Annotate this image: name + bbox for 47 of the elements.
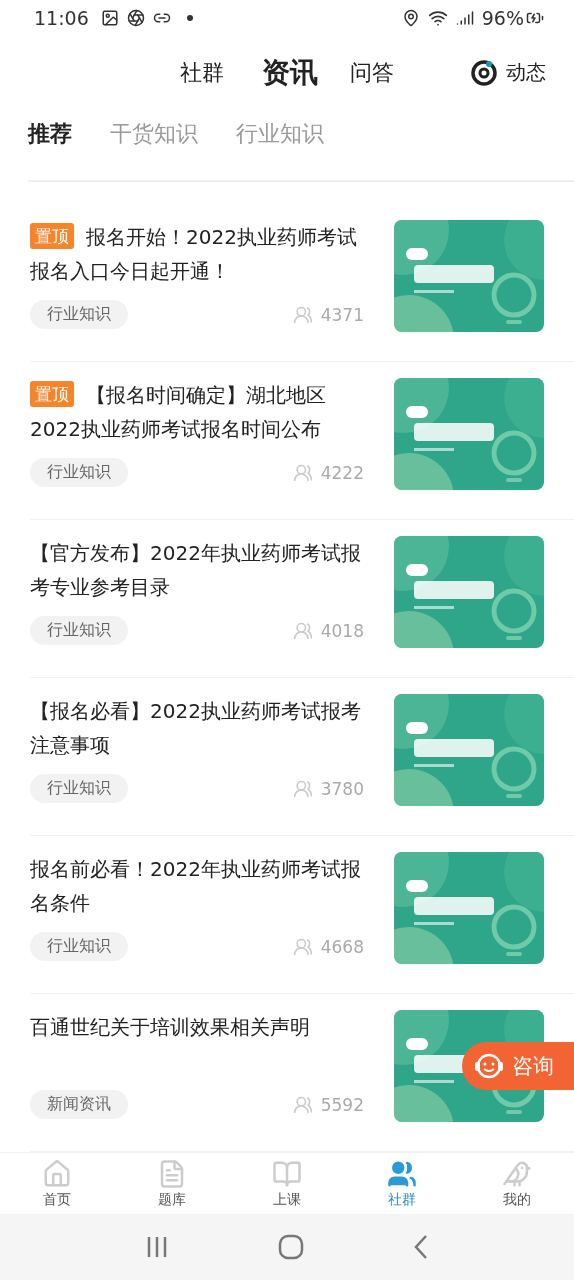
signal-icon [455,9,474,28]
article-title[interactable]: 【官方发布】2022年执业药师考试报考专业参考目录 [30,536,364,617]
article-tag: 行业知识 [30,300,128,330]
view-count: 5592 [320,1094,364,1115]
article-tag: 行业知识 [30,932,128,962]
view-count: 4222 [320,462,364,483]
home-icon [42,1158,73,1189]
ring-icon [470,58,498,87]
view-count: 4371 [320,304,364,325]
nav-tab[interactable]: 首页 [0,1153,115,1215]
article-title[interactable]: 置顶 【报名时间确定】湖北地区2022执业药师考试报名时间公布 [30,378,364,459]
users-icon [292,462,313,483]
users-icon [292,778,313,799]
users-icon [292,1094,313,1115]
users-icon [292,936,313,957]
bird-icon [501,1158,532,1189]
nav-tab[interactable]: 社群 [344,1153,460,1215]
nav-tab[interactable]: 上课 [229,1153,345,1215]
dynamic-button[interactable]: 动态 [470,58,546,87]
article-title[interactable]: 【报名必看】2022执业药师考试报考注意事项 [30,694,364,775]
pinned-badge: 置顶 [30,381,74,408]
users-icon [292,620,313,641]
article-tag: 新闻资讯 [30,1090,128,1120]
view-count: 3780 [320,778,364,799]
location-icon [401,9,420,28]
nav-tab[interactable]: 我的 [459,1153,574,1215]
image-icon [100,9,119,28]
view-count: 4018 [320,620,364,641]
article-title[interactable]: 百通世纪关于培训效果相关声明 [30,1010,364,1091]
category-tab[interactable]: 推荐 [28,118,72,149]
nav-tab[interactable]: 题库 [114,1153,230,1215]
battery-level: 96% [481,7,524,30]
aperture-icon [126,9,145,28]
users-icon [292,304,313,325]
article-tag: 行业知识 [30,774,128,804]
notification-dot-icon [186,15,193,22]
status-time: 11:06 [34,7,89,30]
pinned-badge: 置顶 [30,223,74,250]
view-count: 4668 [320,936,364,957]
top-tab[interactable]: 资讯 [262,53,318,92]
top-tab[interactable]: 问答 [350,57,394,88]
top-tab[interactable]: 社群 [180,57,224,88]
article-title[interactable]: 报名前必看！2022年执业药师考试报名条件 [30,852,364,933]
article-tag: 行业知识 [30,616,128,646]
article-tag: 行业知识 [30,458,128,488]
back-icon[interactable] [413,1234,430,1261]
article-title[interactable]: 置顶 报名开始！2022执业药师考试报名入口今日起开通！ [30,220,364,301]
